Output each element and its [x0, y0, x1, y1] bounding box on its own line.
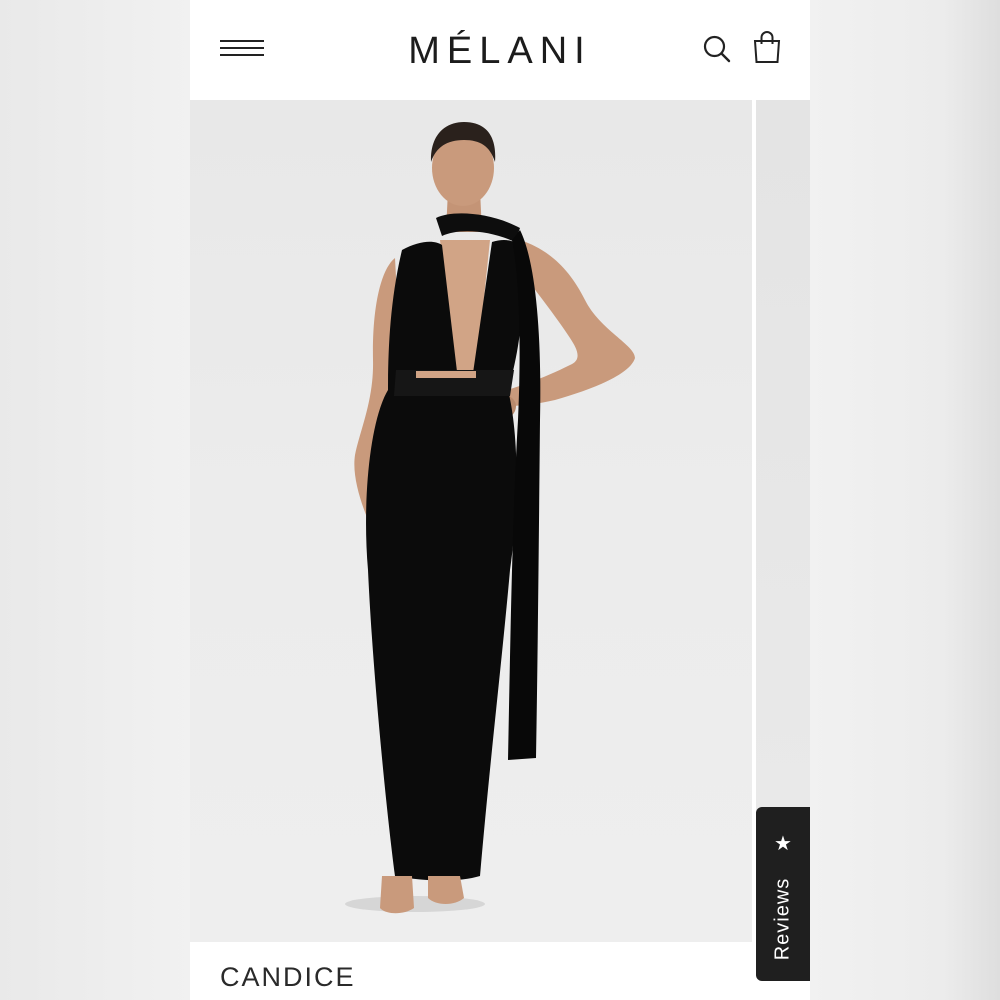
search-icon[interactable] [702, 34, 732, 64]
left-backdrop [0, 0, 190, 1000]
model-dress-illustration [345, 122, 635, 914]
reviews-tab[interactable]: ★ Reviews [756, 807, 810, 981]
mobile-viewport: MÉLANI ★ Reviews CANDICE [190, 0, 810, 1000]
shopping-bag-icon[interactable] [751, 30, 783, 64]
star-icon: ★ [774, 833, 792, 855]
site-header: MÉLANI [190, 0, 810, 100]
brand-logo[interactable]: MÉLANI [350, 28, 650, 74]
product-hero-image[interactable] [190, 100, 752, 942]
hamburger-menu-icon[interactable] [220, 38, 264, 60]
product-title: CANDICE [220, 962, 356, 992]
reviews-label: Reviews [771, 877, 794, 961]
right-backdrop [810, 0, 1000, 1000]
